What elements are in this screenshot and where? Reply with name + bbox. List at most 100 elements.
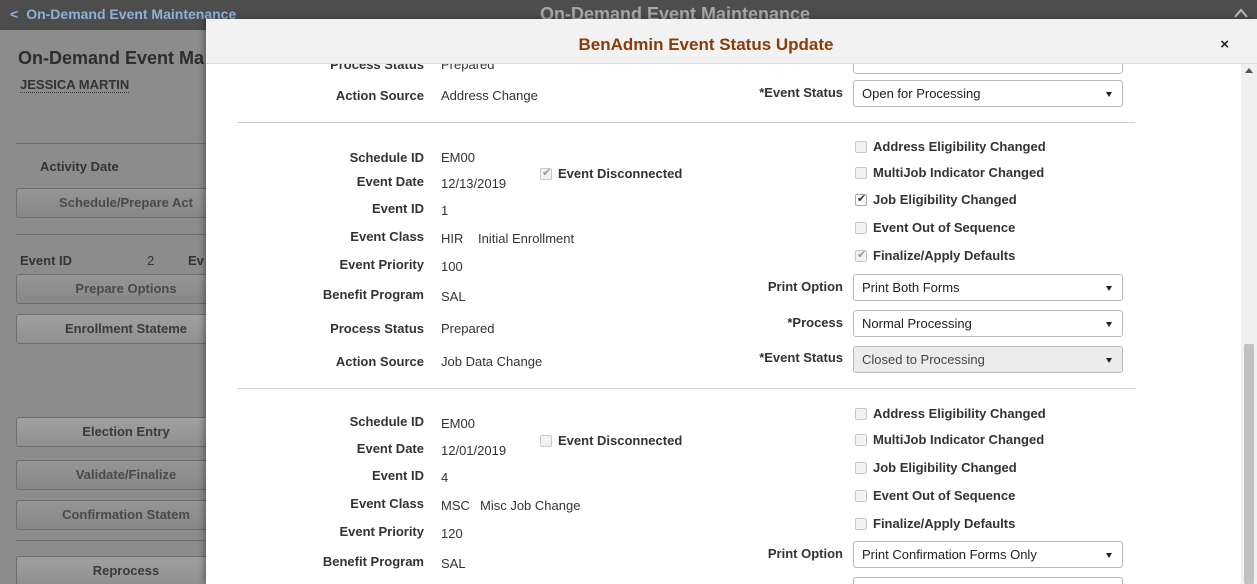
event-priority-label: Event Priority bbox=[339, 524, 424, 539]
scroll-thumb[interactable] bbox=[1244, 344, 1254, 584]
event-label-fragment: Ev bbox=[188, 253, 204, 268]
event-class-label: Event Class bbox=[350, 496, 424, 511]
address-eligibility-checkbox[interactable]: Address Eligibility Changed bbox=[855, 138, 1046, 154]
event-status-label: *Event Status bbox=[759, 85, 843, 100]
event-id-value: 2 bbox=[147, 253, 155, 268]
event-out-of-sequence-checkbox[interactable]: Event Out of Sequence bbox=[855, 487, 1015, 503]
event-priority-label: Event Priority bbox=[339, 257, 424, 272]
event-date-value: 12/13/2019 bbox=[441, 176, 507, 191]
event-out-of-sequence-label: Event Out of Sequence bbox=[873, 220, 1016, 236]
section-divider bbox=[237, 388, 1135, 389]
benefit-program-value: SAL bbox=[441, 289, 466, 304]
event-priority-value: 100 bbox=[441, 259, 463, 274]
chevron-down-icon bbox=[1106, 358, 1112, 363]
job-eligibility-label: Job Eligibility Changed bbox=[873, 460, 1017, 476]
process-select[interactable] bbox=[853, 577, 1123, 584]
job-eligibility-checkbox[interactable]: Job Eligibility Changed bbox=[855, 459, 1017, 475]
modal-header: BenAdmin Event Status Update × bbox=[206, 19, 1257, 64]
event-out-of-sequence-checkbox[interactable]: Event Out of Sequence bbox=[855, 219, 1015, 235]
event-date-value: 12/01/2019 bbox=[441, 443, 507, 458]
action-source-value: Address Change bbox=[441, 88, 538, 103]
process-status-label: Process Status bbox=[330, 64, 424, 72]
scroll-up-icon[interactable] bbox=[1245, 68, 1253, 73]
chevron-down-icon bbox=[1106, 286, 1112, 291]
schedule-id-label: Schedule ID bbox=[349, 150, 424, 165]
multijob-indicator-checkbox[interactable]: MultiJob Indicator Changed bbox=[855, 164, 1044, 180]
event-id-value: 4 bbox=[441, 470, 449, 485]
event-id-label: Event ID bbox=[371, 201, 424, 216]
multijob-indicator-label: MultiJob Indicator Changed bbox=[873, 165, 1045, 181]
event-status-select[interactable]: Closed to Processing bbox=[853, 346, 1123, 373]
schedule-prepare-button[interactable]: Schedule/Prepare Act bbox=[16, 188, 236, 218]
select-partial[interactable] bbox=[853, 64, 1123, 74]
schedule-id-value: EM00 bbox=[441, 150, 475, 165]
finalize-apply-defaults-label: Finalize/Apply Defaults bbox=[873, 516, 1016, 532]
event-out-of-sequence-label: Event Out of Sequence bbox=[873, 488, 1016, 504]
schedule-id-value: EM00 bbox=[441, 416, 475, 431]
reprocess-button[interactable]: Reprocess bbox=[16, 556, 236, 584]
print-option-select[interactable]: Print Confirmation Forms Only bbox=[853, 541, 1123, 568]
print-option-select[interactable]: Print Both Forms bbox=[853, 274, 1123, 301]
background-page-title: On-Demand Event Ma bbox=[18, 48, 205, 68]
finalize-apply-defaults-checkbox[interactable]: Finalize/Apply Defaults bbox=[855, 247, 1015, 263]
checkbox-box bbox=[855, 140, 867, 153]
close-icon[interactable]: × bbox=[1220, 36, 1229, 53]
modal-title: BenAdmin Event Status Update bbox=[578, 35, 834, 54]
job-eligibility-checkbox[interactable]: Job Eligibility Changed bbox=[855, 191, 1017, 207]
process-label: *Process bbox=[787, 315, 843, 330]
finalize-apply-defaults-label: Finalize/Apply Defaults bbox=[873, 248, 1016, 264]
event-class-desc: Initial Enrollment bbox=[478, 231, 575, 246]
checkbox-box bbox=[855, 461, 867, 474]
checkbox-box bbox=[855, 166, 867, 179]
process-status-value: Prepared bbox=[441, 64, 495, 72]
multijob-indicator-checkbox[interactable]: MultiJob Indicator Changed bbox=[855, 431, 1044, 447]
event-id-label: Event ID bbox=[371, 468, 424, 483]
divider bbox=[16, 540, 236, 541]
checkbox-box bbox=[855, 221, 867, 234]
back-link[interactable]: < On-Demand Event Maintenance bbox=[10, 6, 236, 22]
event-id-value: 1 bbox=[441, 203, 449, 218]
checkbox-box bbox=[855, 489, 867, 502]
event-class-code: MSC bbox=[441, 498, 470, 513]
checkbox-box bbox=[855, 517, 867, 530]
employee-name-link[interactable]: JESSICA MARTIN bbox=[20, 77, 130, 93]
event-disconnected-checkbox[interactable]: Event Disconnected bbox=[540, 432, 682, 448]
print-option-select-value: Print Confirmation Forms Only bbox=[862, 547, 1037, 562]
chevron-down-icon bbox=[1106, 322, 1112, 327]
validate-finalize-button[interactable]: Validate/Finalize bbox=[16, 460, 236, 490]
chevron-down-icon bbox=[1106, 553, 1112, 558]
election-entry-button[interactable]: Election Entry bbox=[16, 417, 236, 447]
print-option-select-value: Print Both Forms bbox=[862, 280, 960, 295]
section-divider bbox=[237, 122, 1135, 123]
event-disconnected-label: Event Disconnected bbox=[558, 433, 683, 449]
checkbox-box bbox=[855, 248, 867, 262]
divider bbox=[16, 143, 236, 144]
event-class-code: HIR bbox=[441, 231, 464, 246]
action-source-label: Action Source bbox=[335, 354, 424, 369]
confirmation-statement-button[interactable]: Confirmation Statem bbox=[16, 500, 236, 530]
address-eligibility-label: Address Eligibility Changed bbox=[873, 139, 1046, 155]
process-select-value: Normal Processing bbox=[862, 316, 972, 331]
event-status-label: *Event Status bbox=[759, 350, 843, 365]
event-priority-value: 120 bbox=[441, 526, 463, 541]
checkbox-box bbox=[540, 434, 552, 447]
print-option-label: Print Option bbox=[767, 546, 843, 561]
event-id-label: Event ID bbox=[20, 253, 73, 268]
event-disconnected-checkbox[interactable]: Event Disconnected bbox=[540, 165, 682, 181]
multijob-indicator-label: MultiJob Indicator Changed bbox=[873, 432, 1045, 448]
process-select[interactable]: Normal Processing bbox=[853, 310, 1123, 337]
modal-body: Process Status Prepared Action Source Ad… bbox=[206, 64, 1241, 584]
event-status-modal: BenAdmin Event Status Update × Process S… bbox=[206, 19, 1257, 584]
prepare-options-button[interactable]: Prepare Options bbox=[16, 274, 236, 304]
address-eligibility-checkbox[interactable]: Address Eligibility Changed bbox=[855, 405, 1046, 421]
event-date-label: Event Date bbox=[356, 174, 424, 189]
finalize-apply-defaults-checkbox[interactable]: Finalize/Apply Defaults bbox=[855, 515, 1015, 531]
checkbox-box bbox=[855, 433, 867, 446]
event-status-select-value: Closed to Processing bbox=[862, 352, 985, 367]
enrollment-statement-button[interactable]: Enrollment Stateme bbox=[16, 314, 236, 344]
checkbox-box bbox=[540, 166, 552, 180]
event-status-select[interactable]: Open for Processing bbox=[853, 80, 1123, 107]
event-disconnected-label: Event Disconnected bbox=[558, 166, 683, 182]
job-eligibility-label: Job Eligibility Changed bbox=[873, 192, 1017, 208]
modal-scrollbar[interactable] bbox=[1241, 64, 1257, 584]
